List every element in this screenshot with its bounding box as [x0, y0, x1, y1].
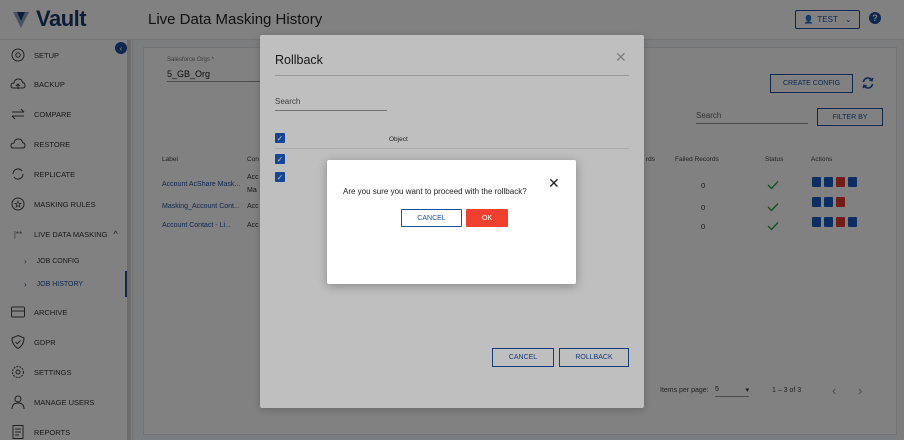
confirm-cancel-button[interactable]: CANCEL — [401, 209, 462, 227]
confirm-ok-button[interactable]: OK — [466, 209, 508, 227]
confirm-dialog: Are you sure you want to proceed with th… — [327, 160, 576, 284]
close-icon[interactable]: ✕ — [548, 175, 560, 192]
confirm-message: Are you sure you want to proceed with th… — [343, 187, 527, 196]
